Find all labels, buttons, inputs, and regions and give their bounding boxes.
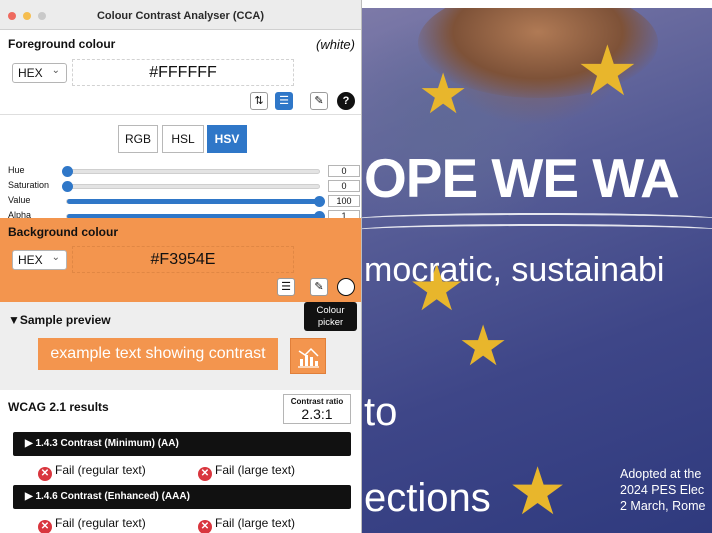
background-photo: ★ ★ ★ ★ ★ OPE WE WA mocratic, sustainabi… bbox=[358, 8, 712, 533]
eyedropper-icon: ✎ bbox=[314, 95, 324, 107]
slider-thumb[interactable] bbox=[62, 166, 73, 177]
contrast-ratio-value: 2.3:1 bbox=[301, 406, 333, 422]
hue-value-input[interactable]: 0 bbox=[328, 165, 360, 177]
sample-preview-section: ▼Sample preview Colour picker example te… bbox=[0, 302, 361, 390]
result-regular-text: ✕ Fail (regular text) bbox=[38, 516, 146, 533]
mode-hsl-button[interactable]: HSL bbox=[162, 125, 204, 153]
chart-icon bbox=[298, 347, 319, 368]
help-icon: ? bbox=[342, 281, 350, 293]
sliders-icon: ☰ bbox=[281, 281, 291, 293]
wcag-title: WCAG 2.1 results bbox=[8, 400, 109, 414]
sample-text: example text showing contrast bbox=[38, 338, 278, 370]
poster-headline: OPE WE WA bbox=[364, 147, 680, 209]
flag-star-icon: ★ bbox=[508, 454, 568, 528]
colour-model-panel: RGB HSL HSV Hue 0 Saturation 0 Value 100… bbox=[0, 114, 362, 222]
foreground-eyedropper-button[interactable]: ✎ bbox=[310, 92, 328, 110]
background-section: Background colour HEX ⌄ #F3954E ☰ ✎ ? bbox=[0, 218, 361, 302]
sample-preview-toggle[interactable]: ▼Sample preview bbox=[8, 313, 111, 327]
wcag-results-section: WCAG 2.1 results Contrast ratio 2.3:1 ▶ … bbox=[0, 390, 361, 533]
mode-hsv-button[interactable]: HSV bbox=[207, 125, 247, 153]
sliders-toggle-button[interactable]: ☰ bbox=[275, 92, 293, 110]
slider-saturation: Saturation 0 bbox=[0, 180, 362, 194]
slider-thumb[interactable] bbox=[62, 181, 73, 192]
background-format-select[interactable]: HEX ⌄ bbox=[12, 250, 67, 270]
criterion-1-4-3-toggle[interactable]: ▶ 1.4.3 Contrast (Minimum) (AA) bbox=[13, 432, 351, 456]
poster-caption: Adopted at the 2024 PES Elec 2 March, Ro… bbox=[620, 467, 706, 513]
background-sliders-button[interactable]: ☰ bbox=[277, 278, 295, 296]
slider-thumb[interactable] bbox=[314, 196, 325, 207]
result-large-text: ✕ Fail (large text) bbox=[198, 463, 295, 481]
swap-colours-button[interactable]: ⇅ bbox=[250, 92, 268, 110]
poster-word: ections bbox=[364, 476, 491, 520]
background-help-button[interactable]: ? bbox=[337, 278, 355, 296]
swap-icon: ⇅ bbox=[254, 95, 264, 107]
result-large-text: ✕ Fail (large text) bbox=[198, 516, 295, 533]
foreground-section: Foreground colour (white) HEX ⌄ #FFFFFF ⇅… bbox=[0, 30, 361, 114]
value-slider[interactable] bbox=[66, 196, 325, 207]
hue-slider[interactable] bbox=[62, 166, 320, 177]
sliders-icon: ☰ bbox=[279, 95, 289, 107]
chevron-down-icon: ⌄ bbox=[51, 65, 60, 76]
flag-star-icon: ★ bbox=[458, 314, 509, 377]
saturation-slider[interactable] bbox=[62, 181, 320, 192]
poster-word: to bbox=[364, 390, 398, 434]
foreground-help-button[interactable]: ? bbox=[337, 92, 355, 110]
background-eyedropper-button[interactable]: ✎ bbox=[310, 278, 328, 296]
window-title: Colour Contrast Analyser (CCA) bbox=[96, 10, 265, 22]
eyedropper-icon: ✎ bbox=[314, 281, 324, 293]
background-hex-input[interactable]: #F3954E bbox=[72, 246, 294, 273]
slider-hue: Hue 0 bbox=[0, 165, 362, 179]
fail-icon: ✕ bbox=[198, 520, 212, 533]
title-bar: Colour Contrast Analyser (CCA) bbox=[0, 0, 361, 30]
result-regular-text: ✕ Fail (regular text) bbox=[38, 463, 146, 481]
criterion-1-4-6-toggle[interactable]: ▶ 1.4.6 Contrast (Enhanced) (AAA) bbox=[13, 485, 351, 509]
decorative-line bbox=[358, 224, 712, 238]
flag-star-icon: ★ bbox=[576, 32, 639, 110]
background-title: Background colour bbox=[8, 225, 119, 239]
foreground-title: Foreground colour bbox=[8, 37, 116, 51]
fail-icon: ✕ bbox=[38, 520, 52, 533]
poster-subline: mocratic, sustainabi bbox=[364, 251, 665, 289]
slider-value: Value 100 bbox=[0, 195, 362, 209]
foreground-colour-name: (white) bbox=[315, 37, 355, 52]
flag-star-icon: ★ bbox=[418, 62, 469, 125]
fail-icon: ✕ bbox=[38, 467, 52, 481]
value-value-input[interactable]: 100 bbox=[328, 195, 360, 207]
cca-window: Colour Contrast Analyser (CCA) Foregroun… bbox=[0, 0, 362, 533]
simulation-button[interactable] bbox=[290, 338, 326, 374]
foreground-format-select[interactable]: HEX ⌄ bbox=[12, 63, 67, 83]
fail-icon: ✕ bbox=[198, 467, 212, 481]
saturation-value-input[interactable]: 0 bbox=[328, 180, 360, 192]
mode-rgb-button[interactable]: RGB bbox=[118, 125, 158, 153]
chevron-down-icon: ⌄ bbox=[51, 252, 60, 263]
foreground-hex-input[interactable]: #FFFFFF bbox=[72, 59, 294, 86]
help-icon: ? bbox=[342, 95, 350, 107]
colour-picker-tooltip: Colour picker bbox=[304, 302, 357, 331]
contrast-ratio-box: Contrast ratio 2.3:1 bbox=[283, 394, 351, 424]
